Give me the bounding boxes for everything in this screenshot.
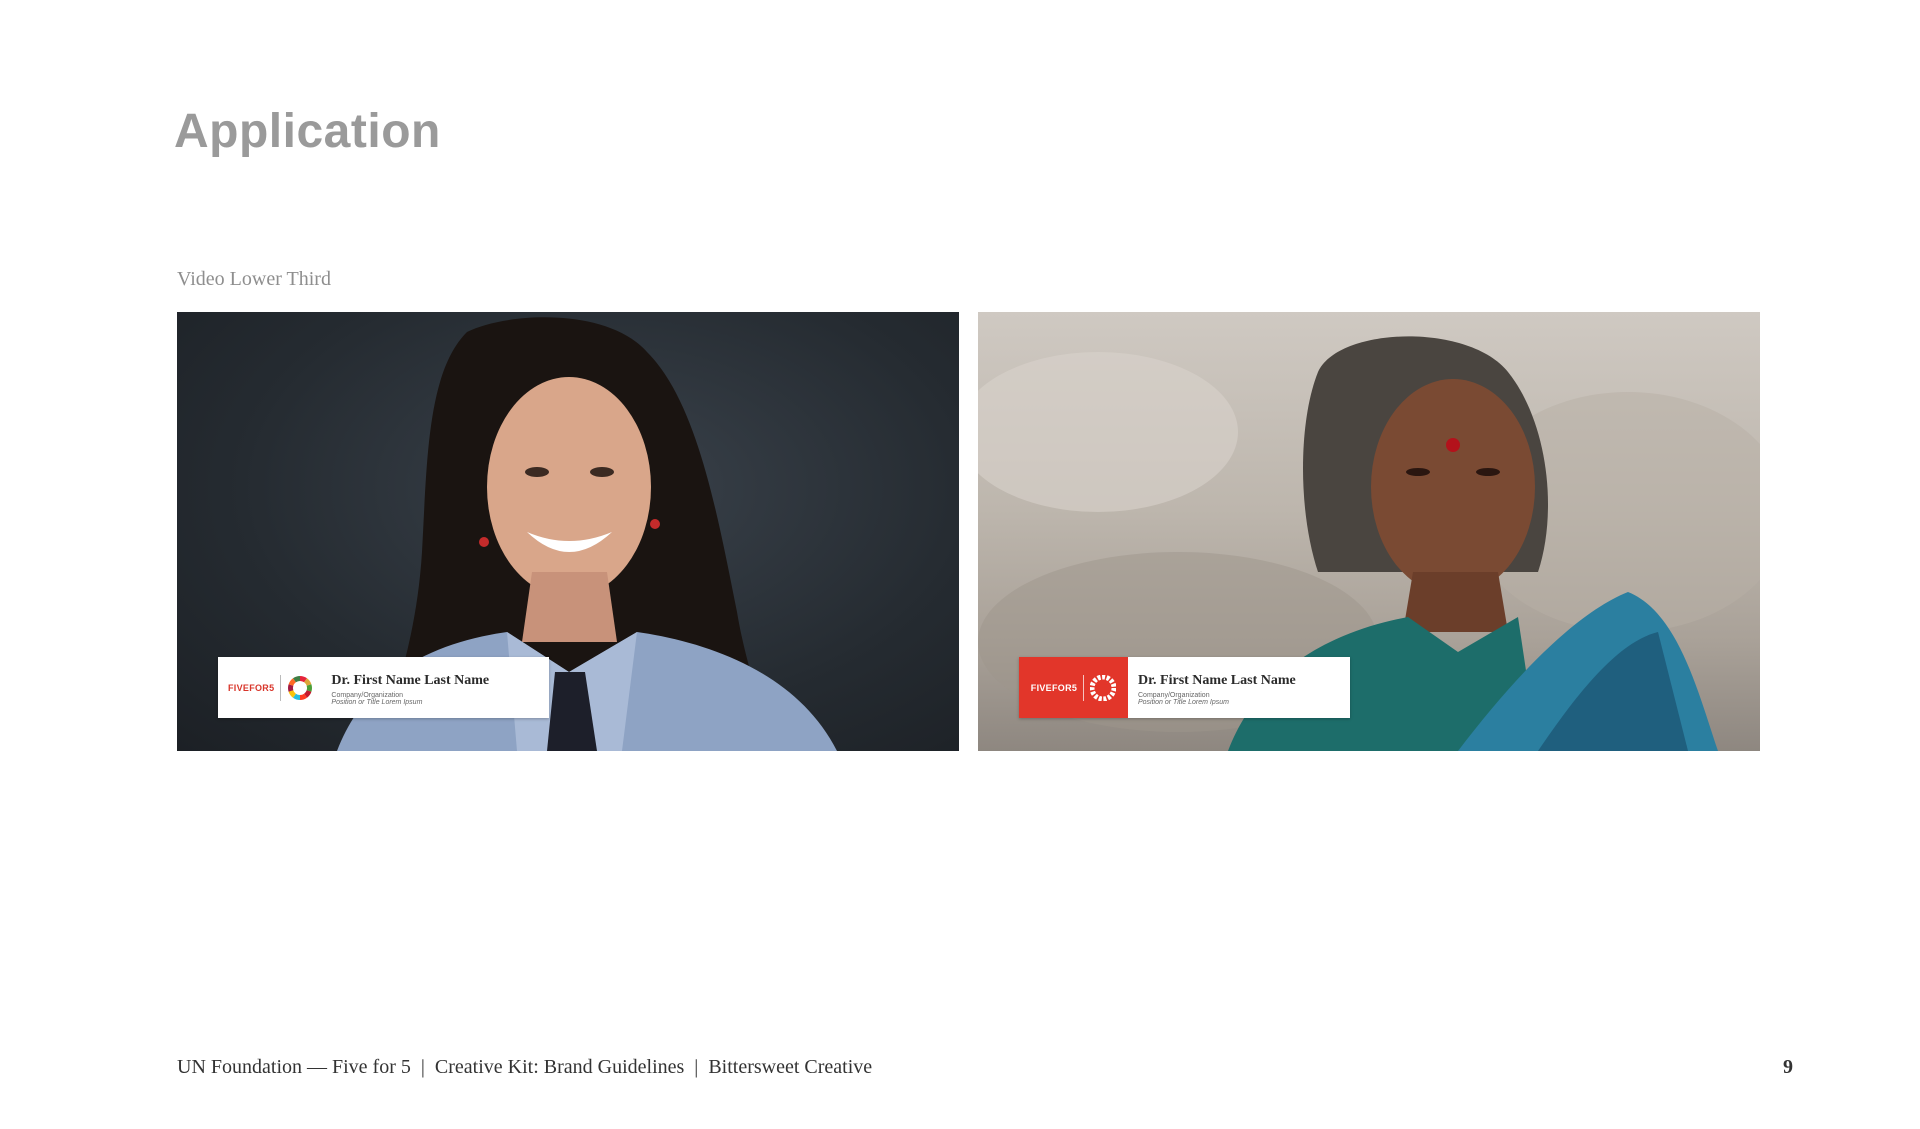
page-title: Application [174, 105, 441, 158]
lower-third-card-1: FIVEFOR5 Dr. First Name Last Name Compan… [218, 657, 549, 718]
page-number: 9 [1783, 1056, 1793, 1078]
speaker-name: Dr. First Name Last Name [1138, 673, 1296, 688]
brand-block: FIVEFOR5 [218, 657, 321, 718]
footer-agency: Bittersweet Creative [708, 1056, 873, 1078]
name-block: Dr. First Name Last Name Company/Organiz… [321, 657, 497, 718]
footer-separator: | [694, 1056, 699, 1078]
speaker-position: Position or Title Lorem Ipsum [1138, 699, 1229, 706]
speaker-position: Position or Title Lorem Ipsum [331, 699, 423, 706]
speaker-name: Dr. First Name Last Name [331, 673, 490, 688]
lower-third-card-2: FIVEFOR5 Dr. First Name Last Name Compan… [1019, 657, 1350, 718]
footer-credits: UN Foundation — Five for 5 | Creative Kit:… [177, 1056, 872, 1079]
sdg-wheel-icon [288, 675, 313, 700]
section-label: Video Lower Third [177, 268, 331, 290]
footer-doc-title: Creative Kit: Brand Guidelines [434, 1056, 685, 1078]
footer-org: UN Foundation — Five for 5 [177, 1056, 411, 1078]
sdg-wheel-icon [1090, 674, 1117, 701]
speaker-organization: Company/Organization [331, 692, 404, 699]
brand-logo-text: FIVEFOR5 [1030, 682, 1078, 693]
brand-logo-text: FIVEFOR5 [228, 682, 275, 693]
footer-separator: | [420, 1056, 425, 1078]
name-block: Dr. First Name Last Name Company/Organiz… [1128, 657, 1304, 718]
video-frame-2: FIVEFOR5 Dr. First Name Last Name Compan… [978, 312, 1760, 751]
divider [1083, 674, 1085, 701]
divider [280, 674, 282, 701]
speaker-organization: Company/Organization [1138, 692, 1210, 699]
brand-block: FIVEFOR5 [1019, 657, 1128, 718]
video-frame-1: FIVEFOR5 Dr. First Name Last Name Compan… [177, 312, 959, 751]
